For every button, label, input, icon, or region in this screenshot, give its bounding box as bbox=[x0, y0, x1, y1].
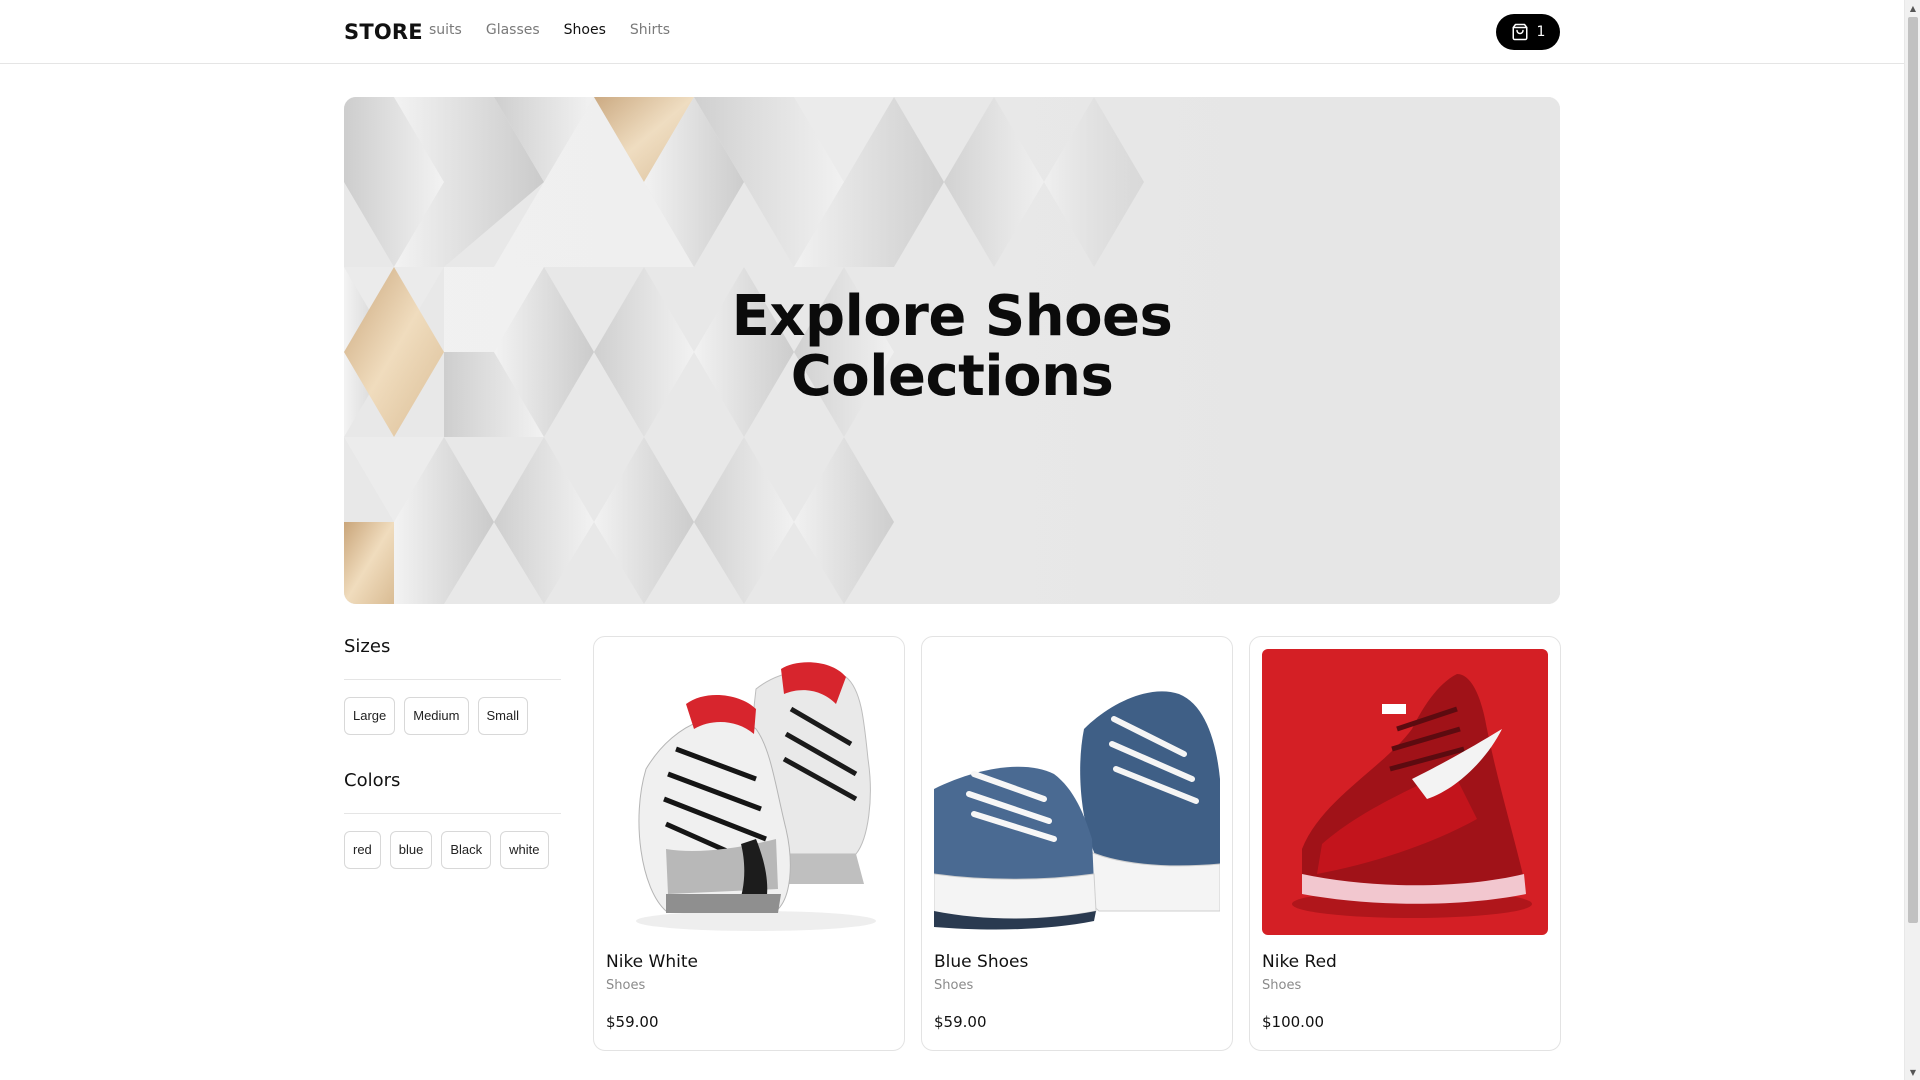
page-scrollbar[interactable]: ▲ ▼ bbox=[1904, 0, 1920, 1080]
color-filter-white[interactable]: white bbox=[500, 831, 549, 869]
color-filter-black[interactable]: Black bbox=[441, 831, 492, 869]
size-options: Large Medium Small bbox=[344, 697, 561, 735]
hero-title-line-1: Explore Shoes bbox=[731, 284, 1173, 349]
product-name[interactable]: Blue Shoes bbox=[934, 952, 1220, 972]
product-category: Shoes bbox=[934, 978, 974, 993]
scrollbar-thumb[interactable] bbox=[1908, 17, 1918, 923]
sizes-heading: Sizes bbox=[344, 636, 391, 657]
nav-link-shirts[interactable]: Shirts bbox=[630, 22, 670, 38]
hero-title: Explore Shoes Colections bbox=[344, 287, 1560, 407]
filters-sidebar: Sizes Large Medium Small Colors red blue… bbox=[344, 636, 561, 904]
hero-title-line-2: Colections bbox=[790, 344, 1114, 409]
product-name[interactable]: Nike Red bbox=[1262, 952, 1548, 972]
cart-count: 1 bbox=[1536, 24, 1546, 40]
size-filter-large[interactable]: Large bbox=[344, 697, 396, 735]
product-card-nike-white[interactable]: Nike White Shoes $59.00 bbox=[593, 636, 905, 1051]
cart-button[interactable]: 1 bbox=[1496, 14, 1560, 50]
nav-link-glasses[interactable]: Glasses bbox=[486, 22, 540, 38]
product-price: $59.00 bbox=[606, 1013, 659, 1031]
product-name[interactable]: Nike White bbox=[606, 952, 892, 972]
product-price: $59.00 bbox=[934, 1013, 987, 1031]
divider bbox=[344, 813, 561, 814]
top-navbar: STORE suits Glasses Shoes Shirts 1 bbox=[0, 0, 1904, 64]
product-category: Shoes bbox=[1262, 978, 1302, 993]
color-options: red blue Black white bbox=[344, 831, 561, 869]
colors-heading: Colors bbox=[344, 770, 401, 791]
size-filter-small[interactable]: Small bbox=[477, 697, 529, 735]
product-price: $100.00 bbox=[1262, 1013, 1325, 1031]
product-category: Shoes bbox=[606, 978, 646, 993]
product-image-blue-sneakers[interactable] bbox=[934, 649, 1220, 935]
product-card-blue-shoes[interactable]: Blue Shoes Shoes $59.00 bbox=[921, 636, 1233, 1051]
hero-banner: Explore Shoes Colections bbox=[344, 97, 1560, 604]
color-filter-blue[interactable]: blue bbox=[389, 831, 433, 869]
scroll-down-arrow-icon[interactable]: ▼ bbox=[1905, 1064, 1920, 1080]
product-image-red-sneaker[interactable] bbox=[1262, 649, 1548, 935]
shopping-bag-icon bbox=[1511, 23, 1529, 41]
store-logo[interactable]: STORE bbox=[344, 20, 423, 44]
product-card-nike-red[interactable]: Nike Red Shoes $100.00 bbox=[1249, 636, 1561, 1051]
color-filter-red[interactable]: red bbox=[344, 831, 381, 869]
product-grid: Nike White Shoes $59.00 Blue Shoes Shoes… bbox=[593, 636, 1561, 1051]
scroll-up-arrow-icon[interactable]: ▲ bbox=[1905, 0, 1920, 16]
size-filter-medium[interactable]: Medium bbox=[404, 697, 469, 735]
divider bbox=[344, 679, 561, 680]
nav-link-suits[interactable]: suits bbox=[429, 22, 462, 38]
nav-link-shoes[interactable]: Shoes bbox=[564, 22, 606, 38]
category-nav: suits Glasses Shoes Shirts bbox=[429, 22, 670, 38]
product-image-white-sneakers[interactable] bbox=[606, 649, 892, 935]
